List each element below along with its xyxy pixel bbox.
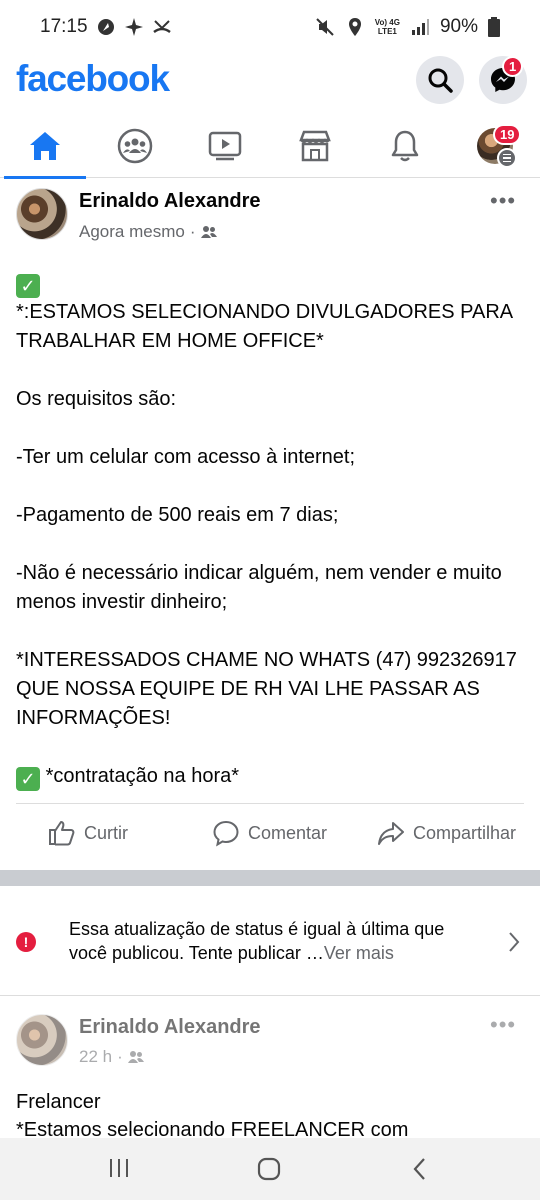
post-line-7: *contratação na hora* [45, 765, 240, 787]
post2-body: Frelancer *Estamos selecionando FREELANC… [16, 1088, 524, 1144]
post-header: Erinaldo Alexandre Agora mesmo · ••• [0, 178, 540, 253]
back-icon[interactable] [410, 1157, 430, 1181]
post2-header: Erinaldo Alexandre 22 h · ••• [0, 996, 540, 1076]
comment-label: Comentar [248, 822, 328, 843]
bell-icon [391, 130, 419, 162]
tab-groups[interactable] [90, 114, 180, 178]
share-icon [378, 822, 404, 845]
app-notification-icon [97, 19, 114, 35]
tab-menu[interactable] [450, 114, 540, 178]
share-label: Compartilhar [413, 822, 517, 843]
app-header: facebook [0, 54, 540, 114]
missed-call-icon [152, 20, 171, 34]
post-line-5: -Não é necessário indicar alguém, nem ve… [16, 562, 502, 613]
facebook-logo[interactable]: facebook [16, 58, 170, 100]
battery-percent: 90% [439, 16, 478, 37]
menu-hamburger-icon [497, 148, 517, 168]
post-actions: Curtir Comentar Compartilhar [0, 805, 540, 863]
sparkle-icon [124, 18, 143, 36]
post-more-options[interactable]: ••• [490, 188, 516, 214]
post2-line-1: Frelancer [16, 1091, 101, 1113]
main-nav [0, 114, 540, 179]
status-right-icons: Vo) 4G LTE1 90% [315, 16, 500, 38]
post-body: ✓ *:ESTAMOS SELECIONANDO DIVULGADORES PA… [0, 253, 540, 791]
post2-author-avatar[interactable] [16, 1014, 68, 1066]
notice-see-more[interactable]: Ver mais [324, 943, 394, 963]
post2-time[interactable]: 22 h [79, 1047, 112, 1067]
network-type: Vo) 4G LTE1 [375, 18, 400, 36]
recent-apps-icon[interactable] [108, 1157, 130, 1179]
post2-more-options[interactable]: ••• [490, 1012, 516, 1038]
system-nav-bar [0, 1138, 540, 1200]
watch-video-icon [208, 131, 242, 161]
author-avatar[interactable] [16, 188, 68, 240]
post-meta: Agora mesmo · [79, 222, 217, 242]
menu-badge: 19 [493, 124, 522, 145]
home-button-icon[interactable] [257, 1157, 281, 1181]
notice-text: Essa atualização de status é igual à últ… [69, 917, 479, 965]
comment-icon [213, 820, 239, 847]
status-bar: 17:15 Vo) 4G LTE1 90% [0, 0, 540, 54]
alert-icon: ! [16, 932, 36, 952]
location-icon [348, 18, 361, 36]
check-emoji-icon: ✓ [16, 274, 40, 298]
network-label: Vo) 4G [374, 18, 400, 27]
friends-icon [200, 226, 217, 238]
duplicate-status-notice[interactable]: ! Essa atualização de status é igual à ú… [0, 886, 540, 996]
marketplace-icon [299, 130, 331, 162]
share-button[interactable]: Compartilhar [377, 819, 516, 847]
post-line-3: -Ter um celular com acesso à internet; [16, 446, 356, 468]
search-icon [428, 68, 453, 93]
post2-meta-dot: · [117, 1047, 123, 1066]
post-line-4: -Pagamento de 500 reais em 7 dias; [16, 504, 339, 526]
battery-icon [488, 17, 500, 37]
check-emoji-icon-2: ✓ [16, 767, 40, 791]
thumbs-up-icon [49, 821, 75, 846]
status-left-icons [96, 17, 172, 37]
signal-icon [411, 19, 429, 35]
search-button[interactable] [416, 56, 464, 104]
tab-marketplace[interactable] [270, 114, 360, 178]
post2-friends-icon [127, 1051, 144, 1063]
mute-icon [316, 18, 334, 36]
groups-icon [117, 128, 153, 164]
author-name[interactable]: Erinaldo Alexandre [79, 190, 261, 213]
status-time: 17:15 [40, 16, 88, 37]
feed-separator [0, 870, 540, 886]
post-line-6: *INTERESSADOS CHAME NO WHATS (47) 992326… [16, 649, 517, 729]
tab-home[interactable] [0, 114, 90, 179]
post-time[interactable]: Agora mesmo [79, 222, 185, 242]
tab-notifications[interactable] [360, 114, 450, 178]
post-line-1: *:ESTAMOS SELECIONANDO DIVULGADORES PARA… [16, 301, 513, 352]
post2-author-name[interactable]: Erinaldo Alexandre [79, 1016, 261, 1039]
home-icon [30, 132, 60, 160]
feed-post: Erinaldo Alexandre Agora mesmo · ••• ✓ *… [0, 178, 540, 791]
like-button[interactable]: Curtir [48, 819, 128, 847]
like-label: Curtir [84, 822, 128, 843]
post2-meta: 22 h · [79, 1047, 144, 1067]
meta-dot: · [189, 222, 196, 241]
network-sub-label: LTE1 [377, 27, 397, 36]
comment-button[interactable]: Comentar [212, 819, 327, 847]
post-line-2: Os requisitos são: [16, 388, 177, 410]
post-divider [16, 803, 524, 804]
tab-watch[interactable] [180, 114, 270, 178]
chevron-right-icon [509, 932, 520, 952]
